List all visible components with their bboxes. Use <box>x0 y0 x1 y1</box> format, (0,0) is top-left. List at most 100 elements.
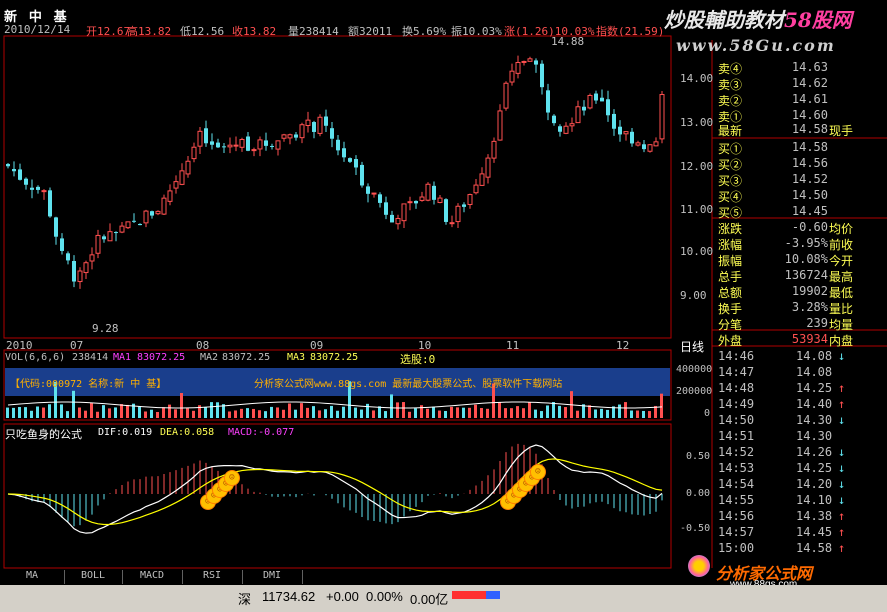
tick-price: 14.38 <box>796 509 833 523</box>
tab-dmi[interactable]: DMI <box>242 570 303 584</box>
quote-extra: 现手 <box>829 124 854 138</box>
candle-body <box>509 70 515 83</box>
volume-bar <box>450 406 453 418</box>
quote-row: 卖④ 14.63 <box>716 60 886 76</box>
tab-macd[interactable]: MACD <box>122 570 183 584</box>
volume-bar <box>408 411 411 418</box>
status-up-bar <box>452 591 486 599</box>
tick-row: 14:56 14.38 ↑ <box>716 509 886 525</box>
quote-label: 总额 <box>718 286 743 300</box>
volume-bar <box>30 410 33 418</box>
header-high: 高13.82 <box>127 25 172 38</box>
quote-extra: 最低 <box>829 286 854 300</box>
quote-label: 买② <box>718 158 743 172</box>
candle-body <box>150 211 154 216</box>
volume-bar <box>138 406 141 418</box>
tab-ma[interactable]: MA <box>0 570 65 584</box>
vol-tick: 200000 <box>676 386 713 397</box>
logo-icon <box>688 555 710 577</box>
volume-bar <box>300 403 303 418</box>
quote-label: 买④ <box>718 190 743 204</box>
quote-row: 买③ 14.52 <box>716 172 886 188</box>
candle-body <box>515 62 521 74</box>
candle-body <box>342 148 346 158</box>
candle-body <box>503 82 509 109</box>
volume-bar <box>12 407 15 418</box>
candle-body <box>305 119 311 126</box>
tick-price: 14.08 <box>796 365 833 379</box>
quote-value: 239 <box>806 316 828 330</box>
tab-boll[interactable]: BOLL <box>64 570 123 584</box>
tick-time: 14:46 <box>718 349 755 363</box>
candle-body <box>204 128 208 144</box>
candle-body <box>281 134 287 139</box>
smiley-icon: ☺ <box>530 464 546 480</box>
candle-body <box>72 261 76 282</box>
down-arrow-icon: ↓ <box>838 493 846 507</box>
period-label[interactable]: 日线 <box>680 338 704 355</box>
candle-body <box>132 220 136 222</box>
macd-value: MACD:-0.077 <box>228 427 295 438</box>
status-index: 11734.62 <box>262 589 316 604</box>
volume-bar <box>660 393 663 418</box>
volume-bar <box>396 402 399 418</box>
candle-body <box>41 190 47 193</box>
quote-value: 19902 <box>791 284 828 298</box>
vol-header: VOL(6,6,6) <box>5 352 66 363</box>
candle-body <box>546 90 550 113</box>
quote-extra: 均量 <box>829 318 854 332</box>
candle-body <box>24 178 28 185</box>
candle-body <box>233 144 239 147</box>
tick-price: 14.58 <box>796 541 833 555</box>
candle-body <box>491 140 497 159</box>
volume-bar <box>120 404 123 418</box>
quote-value: 14.60 <box>791 108 828 122</box>
candle-body <box>432 185 436 200</box>
tick-row: 14:47 14.08 <box>716 365 886 381</box>
macd-tick: -0.50 <box>680 523 711 534</box>
down-arrow-icon: ↓ <box>838 477 846 491</box>
volume-bar <box>282 409 285 418</box>
candle-body <box>552 115 556 124</box>
volume-bar <box>510 408 513 418</box>
quote-row: 买⑤ 14.45 <box>716 204 886 220</box>
quote-value: -3.95% <box>784 236 828 250</box>
tick-price: 14.25 <box>796 461 833 475</box>
quote-label: 涨幅 <box>718 238 743 252</box>
volume-bar <box>114 407 117 418</box>
quote-label: 买⑤ <box>718 206 743 220</box>
candle-body <box>167 190 173 202</box>
volume-bar <box>366 403 369 418</box>
banner-code: 【代码:000972 名称:新 中 基】 <box>10 379 167 390</box>
volume-bar <box>306 407 309 418</box>
volume-bar <box>234 410 237 418</box>
smiley-icon: ☺ <box>224 470 240 486</box>
tick-row: 14:55 14.10 ↓ <box>716 493 886 509</box>
volume-bar <box>84 410 87 418</box>
candle-body <box>575 106 581 124</box>
candle-body <box>414 200 418 204</box>
quote-label: 涨跌 <box>718 222 743 236</box>
candle-body <box>425 183 431 201</box>
volume-bar <box>270 406 273 418</box>
tick-row: 14:54 14.20 ↓ <box>716 477 886 493</box>
candle-body <box>185 160 191 175</box>
date-tick: 12 <box>616 339 630 352</box>
volume-bar <box>414 408 417 418</box>
volume-bar <box>108 408 111 418</box>
candle-body <box>540 63 544 88</box>
down-arrow-icon: ↓ <box>838 349 846 363</box>
tab-rsi[interactable]: RSI <box>182 570 243 584</box>
candle-body <box>102 236 106 240</box>
volume-bar <box>588 405 591 418</box>
tick-time: 14:47 <box>718 365 755 379</box>
tick-price: 14.45 <box>796 525 833 539</box>
tick-price: 14.40 <box>796 397 833 411</box>
low-marker: 9.28 <box>92 322 119 335</box>
volume-bar <box>558 405 561 418</box>
candlestick-series <box>6 55 665 289</box>
candle-body <box>173 181 179 189</box>
candle-body <box>191 146 197 160</box>
quote-row: 涨跌 -0.60 均价 <box>716 220 886 236</box>
banner-ad[interactable]: 分析家公式网www.88gs.com 最新最大股票公式、股票软件下载网站 <box>254 375 562 390</box>
